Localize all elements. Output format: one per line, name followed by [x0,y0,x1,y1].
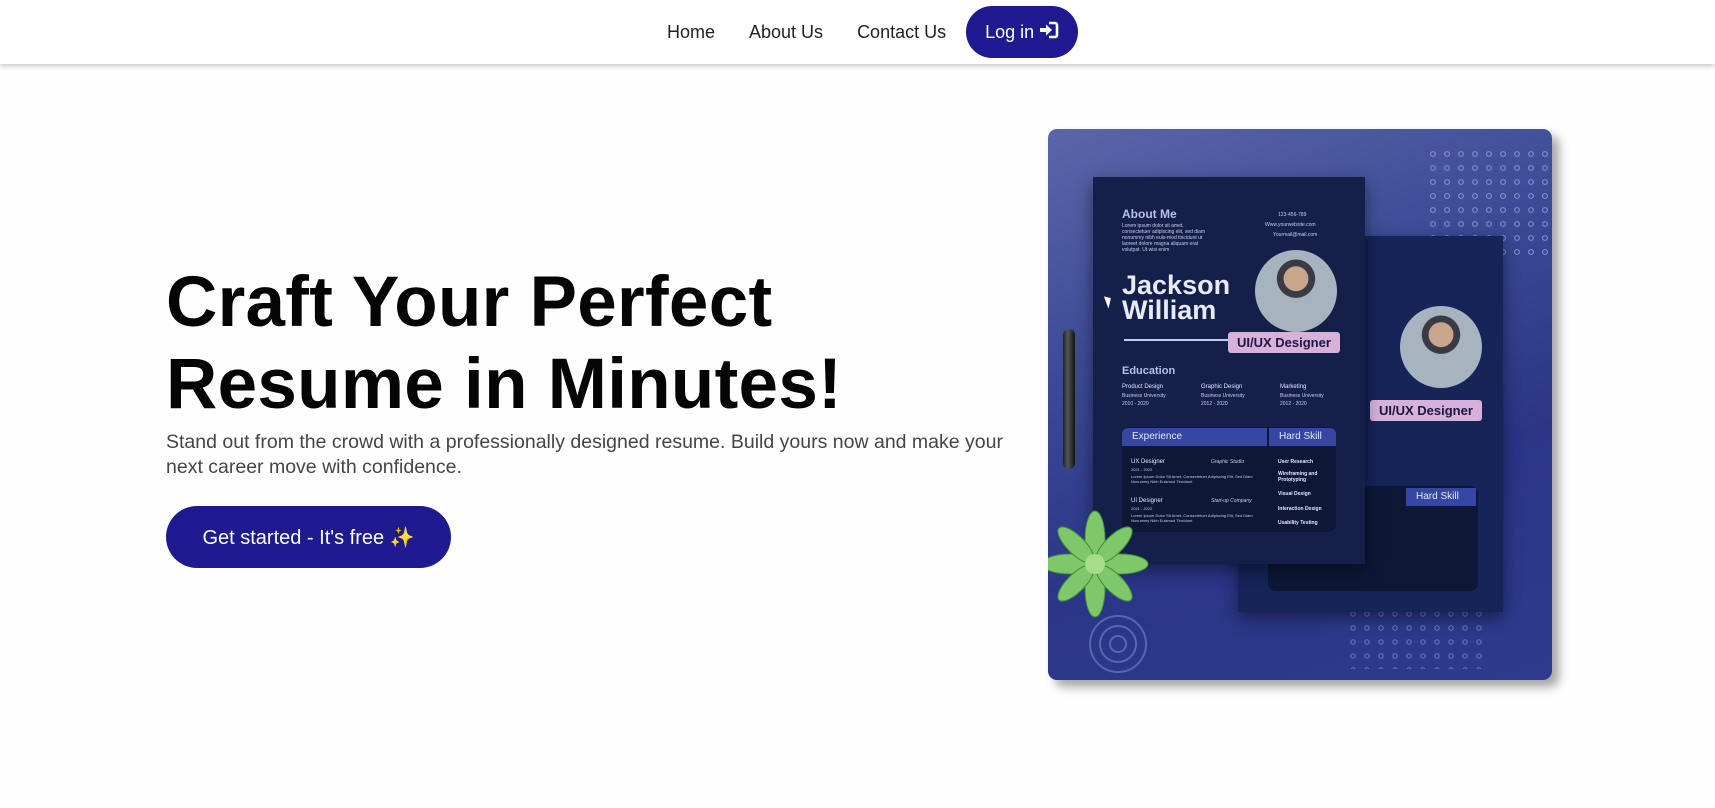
education-years: 2012 - 2020 [1280,401,1307,407]
nav-links: Home About Us Contact Us Log in [650,6,1079,58]
education-field: Product Design [1122,384,1164,390]
role-tag: UI/UX Designer [1228,332,1340,353]
skill-item: Usability Testing [1278,520,1318,526]
education-years: 2012 - 2020 [1201,401,1228,407]
top-navbar: Home About Us Contact Us Log in [0,0,1715,64]
contact-website: Www.yourwebsite.com [1265,222,1316,228]
role-tag: UI/UX Designer [1370,400,1482,421]
experience-title: UX Designer [1131,459,1166,465]
nav-home-link[interactable]: Home [650,22,732,43]
experience-desc: Lorem Ipsum Dolor Sit Amet, Consectetuer… [1131,513,1253,523]
skill-item: User Research [1278,459,1314,465]
contact-phone: 123-456-789 [1278,212,1307,218]
get-started-button[interactable]: Get started - It's free ✨ [166,506,451,568]
login-button[interactable]: Log in [966,6,1079,58]
about-text: Lorem ipsum dolor sit amet, consectetuer… [1122,223,1206,253]
profile-photo [1255,250,1337,332]
succulent-plant-decoration [1048,510,1149,618]
education-field: Marketing [1280,384,1307,390]
dot-pattern-decoration [1348,609,1488,669]
about-heading: About Me [1122,207,1177,221]
education-school: Business University [1280,393,1324,399]
resume-front-sheet: About Me Lorem ipsum dolor sit amet, con… [1093,177,1365,564]
education-school: Business University [1122,393,1166,399]
experience-title: UI Designer [1131,498,1163,504]
login-label: Log in [985,21,1035,42]
experience-desc: Lorem Ipsum Dolor Sit Amet, Consectetuer… [1131,474,1253,484]
experience-company: Start-up Company [1211,498,1252,504]
pen-decoration [1063,329,1075,469]
education-field: Graphic Design [1201,384,1243,390]
nav-about-link[interactable]: About Us [732,22,840,43]
skill-heading: Hard Skill [1406,488,1476,506]
skill-item: Wireframing and Prototyping [1278,471,1318,483]
skill-item: Interaction Design [1278,506,1322,512]
skill-item: Visual Design [1278,491,1311,497]
experience-years: 2021 - 2022 [1131,467,1153,472]
divider [1124,339,1234,341]
education-years: 2010 - 2020 [1122,401,1149,407]
experience-heading: Experience [1122,428,1267,446]
experience-company: Graphic Studio [1211,459,1245,465]
skill-heading: Hard Skill [1269,428,1336,446]
contact-email: Yourmail@mail.com [1273,232,1318,238]
sign-in-icon [1039,21,1059,44]
profile-photo [1400,306,1482,388]
circle-decoration [1089,615,1147,673]
nav-contact-link[interactable]: Contact Us [840,22,963,43]
resume-last-name: William [1122,295,1217,325]
hero-subtitle: Stand out from the crowd with a professi… [166,431,1003,478]
education-school: Business University [1201,393,1245,399]
resume-preview-image: UI/UX Designer Hard Skill About Me Lorem… [1048,129,1552,680]
hero-title: Craft Your Perfect Resume in Minutes! [166,263,843,424]
education-heading: Education [1122,365,1176,377]
